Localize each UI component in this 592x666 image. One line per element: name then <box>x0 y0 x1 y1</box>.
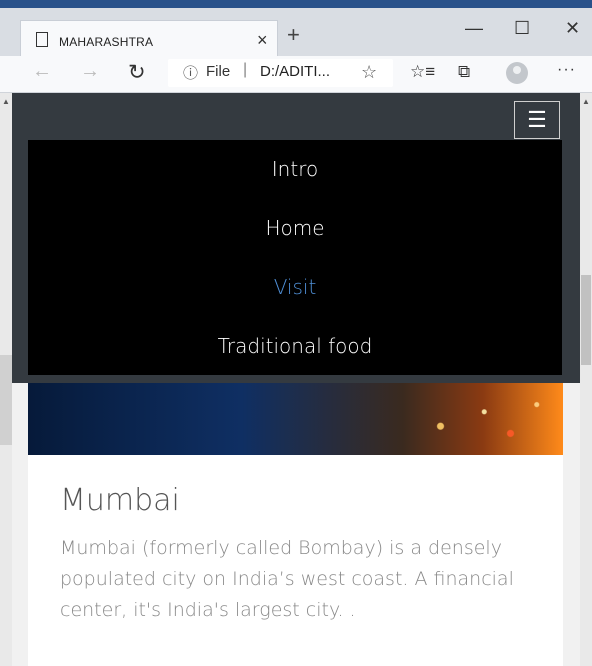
maximize-button[interactable]: ☐ <box>514 18 530 39</box>
nav-item-home[interactable]: Home <box>28 216 562 240</box>
nav-menu: Intro Home Visit Traditional food <box>28 140 562 375</box>
card-title: Mumbai <box>60 483 180 518</box>
page-viewport: ▲ Mumbai Mumbai (formerly called Bombay)… <box>0 93 592 666</box>
tab-strip: MAHARASHTRA × + — ☐ ✕ <box>0 8 592 64</box>
favorite-icon[interactable]: ☆ <box>361 62 377 83</box>
scrollbar-thumb[interactable] <box>581 275 591 365</box>
back-icon[interactable]: ← <box>32 60 52 83</box>
collections-icon[interactable]: ⧉ <box>458 62 470 82</box>
address-toolbar: ← → ↻ ⓘ File | D:/ADITI... ☆ ☆≡ ⧉ ··· <box>0 56 592 93</box>
tab-title: MAHARASHTRA <box>59 35 154 49</box>
left-scrollbar-segment <box>0 355 12 445</box>
new-tab-button[interactable]: + <box>287 22 300 48</box>
address-bar[interactable]: ⓘ File | D:/ADITI... ☆ <box>168 59 393 87</box>
window-top-border <box>0 0 592 8</box>
city-card: Mumbai Mumbai (formerly called Bombay) i… <box>28 455 563 666</box>
card-text: Mumbai (formerly called Bombay) is a den… <box>60 537 514 621</box>
scroll-up-icon[interactable]: ▲ <box>2 97 10 106</box>
url-scheme: File <box>206 63 231 80</box>
url-text[interactable]: D:/ADITI... <box>260 63 330 80</box>
navbar: ☰ Intro Home Visit Traditional food <box>12 93 580 383</box>
scroll-up-icon[interactable]: ▲ <box>582 97 590 106</box>
nav-item-intro[interactable]: Intro <box>28 157 562 181</box>
close-window-button[interactable]: ✕ <box>565 18 580 39</box>
more-options-icon[interactable]: ··· <box>557 61 576 79</box>
left-scrollbar[interactable]: ▲ <box>0 93 12 666</box>
profile-avatar[interactable] <box>506 62 528 84</box>
mumbai-hero-image <box>28 383 563 455</box>
refresh-icon[interactable]: ↻ <box>128 60 146 85</box>
favorites-list-icon[interactable]: ☆≡ <box>410 62 435 82</box>
nav-item-traditional-food[interactable]: Traditional food <box>28 334 562 358</box>
nav-item-visit[interactable]: Visit <box>28 275 562 299</box>
menu-toggle-button[interactable]: ☰ <box>514 101 560 139</box>
right-scrollbar[interactable]: ▲ <box>580 93 592 666</box>
info-icon[interactable]: ⓘ <box>183 62 198 83</box>
tab-close-icon[interactable]: × <box>257 30 268 51</box>
page-icon <box>36 32 48 47</box>
url-separator: | <box>243 61 248 78</box>
forward-icon[interactable]: → <box>80 60 100 83</box>
minimize-button[interactable]: — <box>465 18 483 39</box>
city-lights <box>388 383 563 455</box>
